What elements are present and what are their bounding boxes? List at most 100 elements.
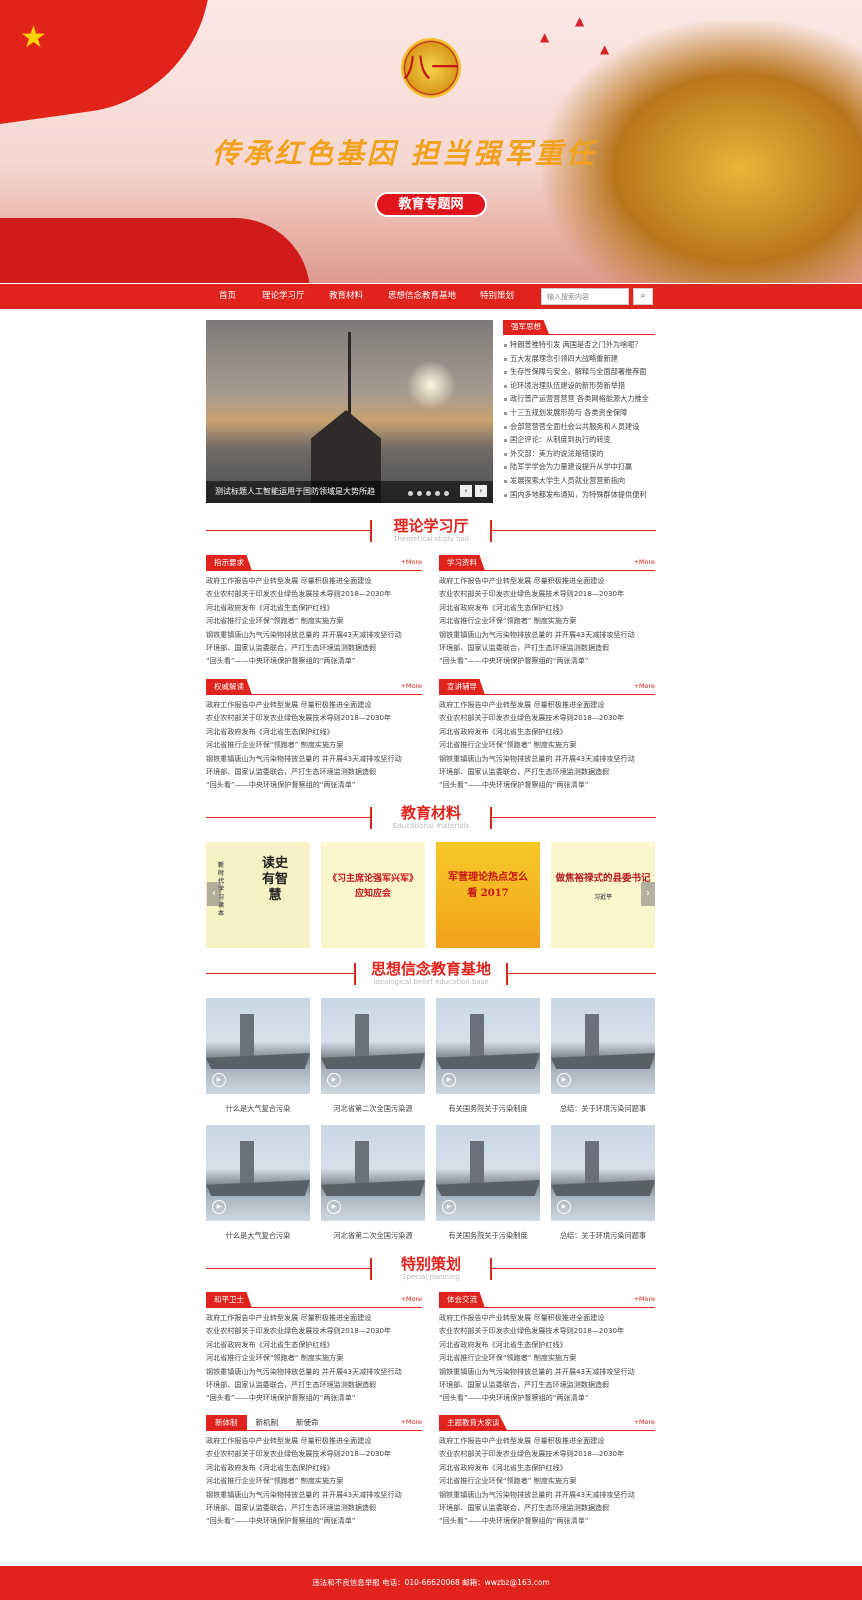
article-link[interactable]: “回头看”——中央环境保护督察组的“两张清单” [206,778,422,791]
article-link[interactable]: 农业农村部关于印发农业绿色发展技术导则2018—2030年 [206,1324,422,1337]
more-link[interactable]: +More [400,1418,422,1426]
article-link[interactable]: 农业农村部关于印发农业绿色发展技术导则2018—2030年 [206,1447,422,1460]
nav-item-theory[interactable]: 理论学习厅 [262,284,305,309]
article-link[interactable]: 河北省推行企业环保“领跑者” 制度实施方案 [439,614,655,627]
article-link[interactable]: 农业农村部关于印发农业绿色发展技术导则2018—2030年 [439,1324,655,1337]
video-thumbnail[interactable]: ▶ [436,1125,540,1221]
article-link[interactable]: 河北省政府发布《河北省生态保护红线》 [206,725,422,738]
article-link[interactable]: 河北省政府发布《河北省生态保护红线》 [439,725,655,738]
article-link[interactable]: 环境部、国家认监委联合，严打生态环境监测数据造假 [206,765,422,778]
play-icon[interactable]: ▶ [212,1073,226,1087]
article-link[interactable]: 政府工作报告中产业转型发展 尽量积极推进全面建设 [206,1311,422,1324]
article-link[interactable]: “回头看”——中央环境保护督察组的“两张清单” [206,1391,422,1404]
article-link[interactable]: 河北省推行企业环保“领跑者” 制度实施方案 [439,1351,655,1364]
article-link[interactable]: “回头看”——中央环境保护督察组的“两张清单” [206,1514,422,1527]
article-link[interactable]: 河北省推行企业环保“领跑者” 制度实施方案 [439,738,655,751]
book-cover[interactable]: 《习主席论强军兴军》应知应会 [321,842,425,948]
article-link[interactable]: “回头看”——中央环境保护督察组的“两张清单” [206,654,422,667]
video-caption[interactable]: 有关国务院关于污染制度 [436,1231,540,1241]
article-link[interactable]: 钢铁重镇唐山为气污染物排放总量的 并开展43天减排攻坚行动 [206,752,422,765]
book-cover[interactable]: 读史有智慧 新时代学习读本 [206,842,310,948]
article-link[interactable]: 环境部、国家认监委联合，严打生态环境监测数据造假 [439,1501,655,1514]
article-link[interactable]: “回头看”——中央环境保护督察组的“两张清单” [439,778,655,791]
article-link[interactable]: 钢铁重镇唐山为气污染物排放总量的 并开展43天减排攻坚行动 [206,1365,422,1378]
more-link[interactable]: +More [633,1418,655,1426]
video-thumbnail[interactable]: ▶ [321,998,425,1094]
box-tab[interactable]: 和平卫士 [206,1292,252,1308]
box-tab[interactable]: 权威解读 [206,679,252,695]
news-item[interactable]: 会部营营营全面社会公共服务和人员建设 [503,420,655,434]
news-item[interactable]: 国内多地都发布通知，为特殊群体提供便利 [503,488,655,502]
video-caption[interactable]: 河北省第二次全国污染源 [321,1104,425,1114]
article-link[interactable]: 钢铁重镇唐山为气污染物排放总量的 并开展43天减排攻坚行动 [206,628,422,641]
video-thumbnail[interactable]: ▶ [206,998,310,1094]
article-link[interactable]: 农业农村部关于印发农业绿色发展技术导则2018—2030年 [439,1447,655,1460]
article-link[interactable]: 政府工作报告中产业转型发展 尽量积极推进全面建设 [206,698,422,711]
news-item[interactable]: 国企评论：从制度到执行的转变 [503,433,655,447]
nav-item-special[interactable]: 特别策划 [480,284,514,309]
article-link[interactable]: 政府工作报告中产业转型发展 尽量积极推进全面建设 [439,574,655,587]
news-item[interactable]: 特朗普推特引发 两国是否之门外为啥呢？ [503,338,655,352]
article-link[interactable]: 河北省推行企业环保“领跑者” 制度实施方案 [206,614,422,627]
box-tab[interactable]: 指示要求 [206,555,252,571]
article-link[interactable]: “回头看”——中央环境保护督察组的“两张清单” [439,1514,655,1527]
more-link[interactable]: +More [400,558,422,566]
chevron-right-icon[interactable]: › [641,882,655,906]
news-item[interactable]: 陆军学学会为力量建设提升从学中打赢 [503,460,655,474]
article-link[interactable]: 政府工作报告中产业转型发展 尽量积极推进全面建设 [439,1311,655,1324]
video-thumbnail[interactable]: ▶ [206,1125,310,1221]
play-icon[interactable]: ▶ [442,1073,456,1087]
news-item[interactable]: 论环境治理队伍建设的新形势新举措 [503,379,655,393]
more-link[interactable]: +More [400,1295,422,1303]
article-link[interactable]: 河北省推行企业环保“领跑者” 制度实施方案 [206,1351,422,1364]
article-link[interactable]: 环境部、国家认监委联合，严打生态环境监测数据造假 [439,1378,655,1391]
news-item[interactable]: 外交部：美方的说法是错误的 [503,447,655,461]
article-link[interactable]: 河北省推行企业环保“领跑者” 制度实施方案 [206,738,422,751]
chevron-left-icon[interactable]: ‹ [460,485,472,497]
article-link[interactable]: 政府工作报告中产业转型发展 尽量积极推进全面建设 [439,1434,655,1447]
article-link[interactable]: 钢铁重镇唐山为气污染物排放总量的 并开展43天减排攻坚行动 [206,1488,422,1501]
news-item[interactable]: 发展探索大学生人员就业营营新指向 [503,474,655,488]
photo-slider[interactable]: 测试标题人工智能运用于国防领域是大势所趋 [206,320,493,503]
article-link[interactable]: 环境部、国家认监委联合，严打生态环境监测数据造假 [206,1501,422,1514]
article-link[interactable]: 河北省推行企业环保“领跑者” 制度实施方案 [206,1474,422,1487]
video-caption[interactable]: 什么是大气复合污染 [206,1231,310,1241]
play-icon[interactable]: ▶ [212,1200,226,1214]
more-link[interactable]: +More [633,682,655,690]
article-link[interactable]: 河北省政府发布《河北省生态保护红线》 [206,601,422,614]
article-link[interactable]: 政府工作报告中产业转型发展 尽量积极推进全面建设 [439,698,655,711]
article-link[interactable]: 钢铁重镇唐山为气污染物排放总量的 并开展43天减排攻坚行动 [439,752,655,765]
box-tab[interactable]: 学习资料 [439,555,485,571]
book-cover[interactable]: 军营理论热点怎么看 2017 [436,842,540,948]
article-link[interactable]: 河北省政府发布《河北省生态保护红线》 [439,601,655,614]
article-link[interactable]: 环境部、国家认监委联合，严打生态环境监测数据造假 [206,641,422,654]
box-tab[interactable]: 体会交流 [439,1292,485,1308]
article-link[interactable]: “回头看”——中央环境保护督察组的“两张清单” [439,654,655,667]
news-item[interactable]: 政行普产运营营营营 各类网格能源大力推全 [503,392,655,406]
more-link[interactable]: +More [400,682,422,690]
play-icon[interactable]: ▶ [442,1200,456,1214]
article-link[interactable]: 农业农村部关于印发农业绿色发展技术导则2018—2030年 [206,711,422,724]
article-link[interactable]: 农业农村部关于印发农业绿色发展技术导则2018—2030年 [439,711,655,724]
nav-item-base[interactable]: 思想信念教育基地 [388,284,456,309]
chevron-right-icon[interactable]: › [475,485,487,497]
news-item[interactable]: 五大发展理念引领四大战略重新建 [503,352,655,366]
video-caption[interactable]: 什么是大气复合污染 [206,1104,310,1114]
box-tab[interactable]: 主题教育大家谈 [439,1415,508,1431]
tab-new-system[interactable]: 新体制 [206,1415,247,1431]
video-caption[interactable]: 河北省第二次全国污染源 [321,1231,425,1241]
video-caption[interactable]: 总结：关于环境污染问题事 [551,1104,655,1114]
news-tab[interactable]: 强军思想 [503,320,549,334]
article-link[interactable]: 农业农村部关于印发农业绿色发展技术导则2018—2030年 [206,587,422,600]
article-link[interactable]: 河北省政府发布《河北省生态保护红线》 [439,1461,655,1474]
chevron-left-icon[interactable]: ‹ [207,882,221,906]
play-icon[interactable]: ▶ [327,1200,341,1214]
more-link[interactable]: +More [633,558,655,566]
video-caption[interactable]: 有关国务院关于污染制度 [436,1104,540,1114]
nav-item-materials[interactable]: 教育材料 [329,284,363,309]
video-thumbnail[interactable]: ▶ [551,1125,655,1221]
tab-new-mission[interactable]: 新使命 [287,1415,328,1431]
news-item[interactable]: 生存性保障与安全，解释与全面部署推荐面 [503,365,655,379]
video-thumbnail[interactable]: ▶ [551,998,655,1094]
more-link[interactable]: +More [633,1295,655,1303]
